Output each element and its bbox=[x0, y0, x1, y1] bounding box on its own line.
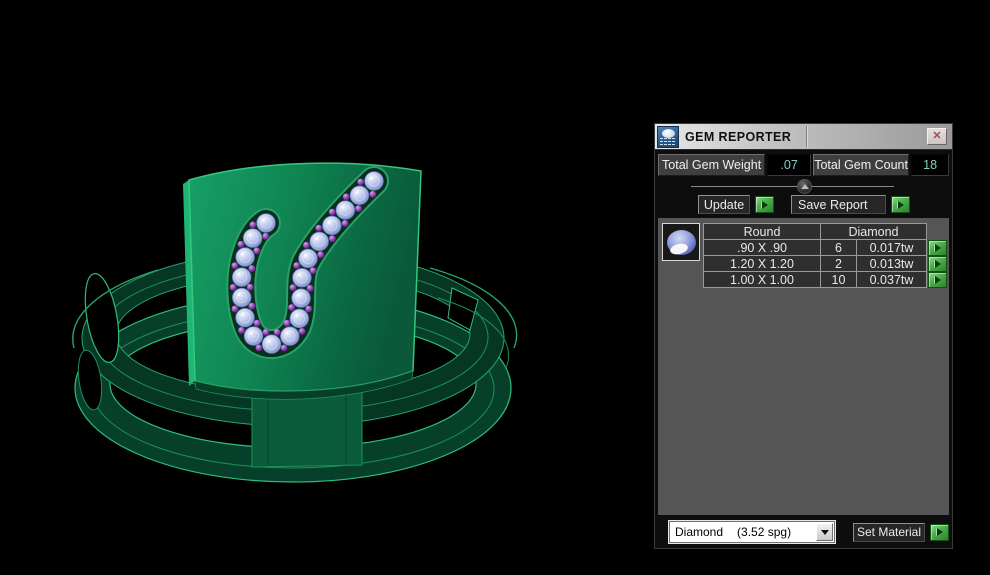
up-arrow-icon bbox=[801, 184, 809, 189]
gem-count-cell: 10 bbox=[820, 271, 857, 288]
gem-count-cell: 6 bbox=[820, 239, 857, 256]
material-density: (3.52 spg) bbox=[737, 525, 792, 539]
titlebar-divider bbox=[806, 126, 807, 147]
slider-knob[interactable] bbox=[797, 179, 812, 194]
total-gem-count-value: 18 bbox=[911, 154, 949, 176]
update-go-button[interactable] bbox=[755, 196, 774, 213]
set-material-go-button[interactable] bbox=[930, 523, 949, 541]
gem-weight-cell: 0.013tw bbox=[856, 255, 927, 272]
row-go-button[interactable] bbox=[928, 271, 947, 288]
slider-track[interactable] bbox=[691, 186, 894, 187]
save-report-go-button[interactable] bbox=[891, 196, 910, 213]
play-arrow-icon bbox=[897, 200, 904, 209]
table-row: 1.20 X 1.20 2 0.013tw bbox=[703, 255, 947, 272]
set-material-button[interactable]: Set Material bbox=[853, 522, 925, 542]
gem-weight-cell: 0.037tw bbox=[856, 271, 927, 288]
play-arrow-icon bbox=[934, 243, 941, 252]
total-gem-weight-value: .07 bbox=[767, 154, 811, 176]
totals-row: Total Gem Weight .07 Total Gem Count 18 bbox=[658, 154, 949, 176]
row-go-button[interactable] bbox=[928, 239, 947, 256]
shape-header: Round bbox=[703, 223, 821, 240]
gem-weight-cell: 0.017tw bbox=[856, 239, 927, 256]
play-arrow-icon bbox=[934, 275, 941, 284]
report-area: Round Diamond .90 X .90 6 0.017tw 1.20 X… bbox=[658, 218, 949, 515]
gem-reporter-panel: GEM REPORTER ✕ Total Gem Weight .07 Tota… bbox=[654, 123, 953, 549]
update-button[interactable]: Update bbox=[698, 195, 750, 214]
panel-title: GEM REPORTER bbox=[685, 129, 792, 144]
material-dropdown-value: Diamond bbox=[675, 525, 724, 539]
play-arrow-icon bbox=[936, 528, 943, 536]
total-gem-weight-label: Total Gem Weight bbox=[658, 154, 766, 176]
total-gem-count-label: Total Gem Count bbox=[812, 154, 910, 176]
material-header: Diamond bbox=[820, 223, 927, 240]
material-row: Diamond (3.52 spg) Set Material bbox=[658, 520, 949, 544]
application-window: GEM REPORTER ✕ Total Gem Weight .07 Tota… bbox=[0, 0, 990, 575]
play-arrow-icon bbox=[761, 200, 768, 209]
gem-size-cell: 1.00 X 1.00 bbox=[703, 271, 821, 288]
panel-titlebar[interactable]: GEM REPORTER ✕ bbox=[655, 124, 952, 150]
gem-size-cell: 1.20 X 1.20 bbox=[703, 255, 821, 272]
row-go-button[interactable] bbox=[928, 255, 947, 272]
table-header-row: Round Diamond bbox=[703, 223, 947, 240]
gem-count-cell: 2 bbox=[820, 255, 857, 272]
weight-slider bbox=[658, 177, 949, 194]
table-row: .90 X .90 6 0.017tw bbox=[703, 239, 947, 256]
material-dropdown[interactable]: Diamond (3.52 spg) bbox=[669, 521, 835, 543]
gem-thumbnail bbox=[662, 223, 700, 261]
play-arrow-icon bbox=[934, 259, 941, 268]
gem-reporter-icon bbox=[657, 125, 679, 148]
close-icon[interactable]: ✕ bbox=[927, 128, 947, 145]
actions-row: Update Save Report bbox=[658, 195, 949, 214]
save-report-button[interactable]: Save Report bbox=[791, 195, 886, 214]
gem-size-cell: .90 X .90 bbox=[703, 239, 821, 256]
table-row: 1.00 X 1.00 10 0.037tw bbox=[703, 271, 947, 288]
gem-table: Round Diamond .90 X .90 6 0.017tw 1.20 X… bbox=[703, 223, 947, 288]
chevron-down-icon[interactable] bbox=[816, 523, 833, 541]
